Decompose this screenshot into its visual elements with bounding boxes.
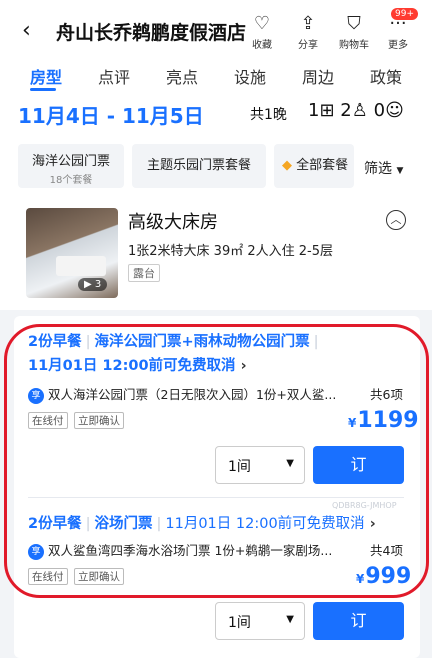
tab-facilities[interactable]: 设施 [234, 64, 266, 88]
date-range[interactable]: 11月4日 - 11月5日 [18, 100, 204, 129]
back-icon[interactable]: ‹ [22, 18, 31, 43]
filter-chip-ocean-park[interactable]: 海洋公园门票 18个套餐 [18, 144, 124, 188]
share-button[interactable]: ⇪ 分享 [288, 13, 328, 52]
filter-chip-theme-park[interactable]: 主题乐园门票套餐 [132, 144, 266, 188]
collapse-icon[interactable]: ︿ [386, 210, 406, 230]
caret-down-icon: ▼ [286, 614, 294, 625]
room-card[interactable]: ▶ 3 高级大床房 1张2米特大床 39㎡ 2人入住 2-5层 露台 ︿ [0, 198, 432, 310]
tab-room-types[interactable]: 房型 [30, 64, 62, 88]
offer-2-book-button[interactable]: 订 [313, 602, 404, 640]
notification-badge: 99+ [391, 8, 418, 20]
offer-2-room-qty-select[interactable]: 1间 ▼ [215, 602, 305, 640]
favorite-button[interactable]: ♡ 收藏 [242, 13, 282, 52]
date-selector[interactable]: 11月4日 - 11月5日 共1晚 1⊞ 2♙ 0☺ [0, 94, 432, 136]
tab-policy[interactable]: 政策 [370, 64, 402, 88]
heart-icon: ♡ [253, 13, 271, 34]
play-icon: ▶ [84, 279, 92, 290]
children-count: 0 [373, 100, 386, 121]
person-icon: ♙ [351, 100, 368, 121]
bed-shape [56, 256, 106, 276]
room-photo[interactable]: ▶ 3 [26, 208, 118, 298]
tab-highlights[interactable]: 亮点 [166, 64, 198, 88]
package-filters: 海洋公园门票 18个套餐 主题乐园门票套餐 ◆ 全部套餐 筛选 ▼ [0, 136, 432, 198]
cart-icon: ⛉ [347, 13, 361, 34]
child-icon: ☺ [385, 100, 404, 121]
filter-chip-all-packages[interactable]: ◆ 全部套餐 [274, 144, 354, 188]
occupancy-selector[interactable]: 1⊞ 2♙ 0☺ [308, 100, 404, 121]
night-count: 共1晚 [250, 107, 287, 123]
adults-count: 2 [340, 100, 352, 121]
room-description: 1张2米特大床 39㎡ 2人入住 2-5层 [128, 244, 333, 259]
room-name: 高级大床房 [128, 212, 218, 233]
hotel-title: 舟山长乔鹈鹏度假酒店 [56, 22, 247, 44]
tab-nearby[interactable]: 周边 [302, 64, 334, 88]
caret-down-icon: ▼ [396, 166, 404, 176]
section-tabs: 房型 点评 亮点 设施 周边 政策 [0, 60, 432, 94]
tab-reviews[interactable]: 点评 [98, 64, 130, 88]
active-tab-indicator [30, 88, 56, 91]
room-icon: ⊞ [319, 100, 335, 121]
app-header: ‹ 舟山长乔鹈鹏度假酒店 ♡ 收藏 ⇪ 分享 ⛉ 购物车 ··· 更多 99+ [0, 0, 432, 60]
tag-icon: ◆ [282, 158, 292, 173]
highlight-ring [4, 324, 429, 598]
share-icon: ⇪ [300, 13, 316, 34]
room-feature-tag: 露台 [128, 264, 160, 282]
cart-button[interactable]: ⛉ 购物车 [334, 13, 374, 52]
media-count-badge: ▶ 3 [78, 278, 108, 291]
rooms-count: 1 [308, 100, 320, 121]
filter-dropdown[interactable]: 筛选 ▼ [364, 158, 403, 178]
